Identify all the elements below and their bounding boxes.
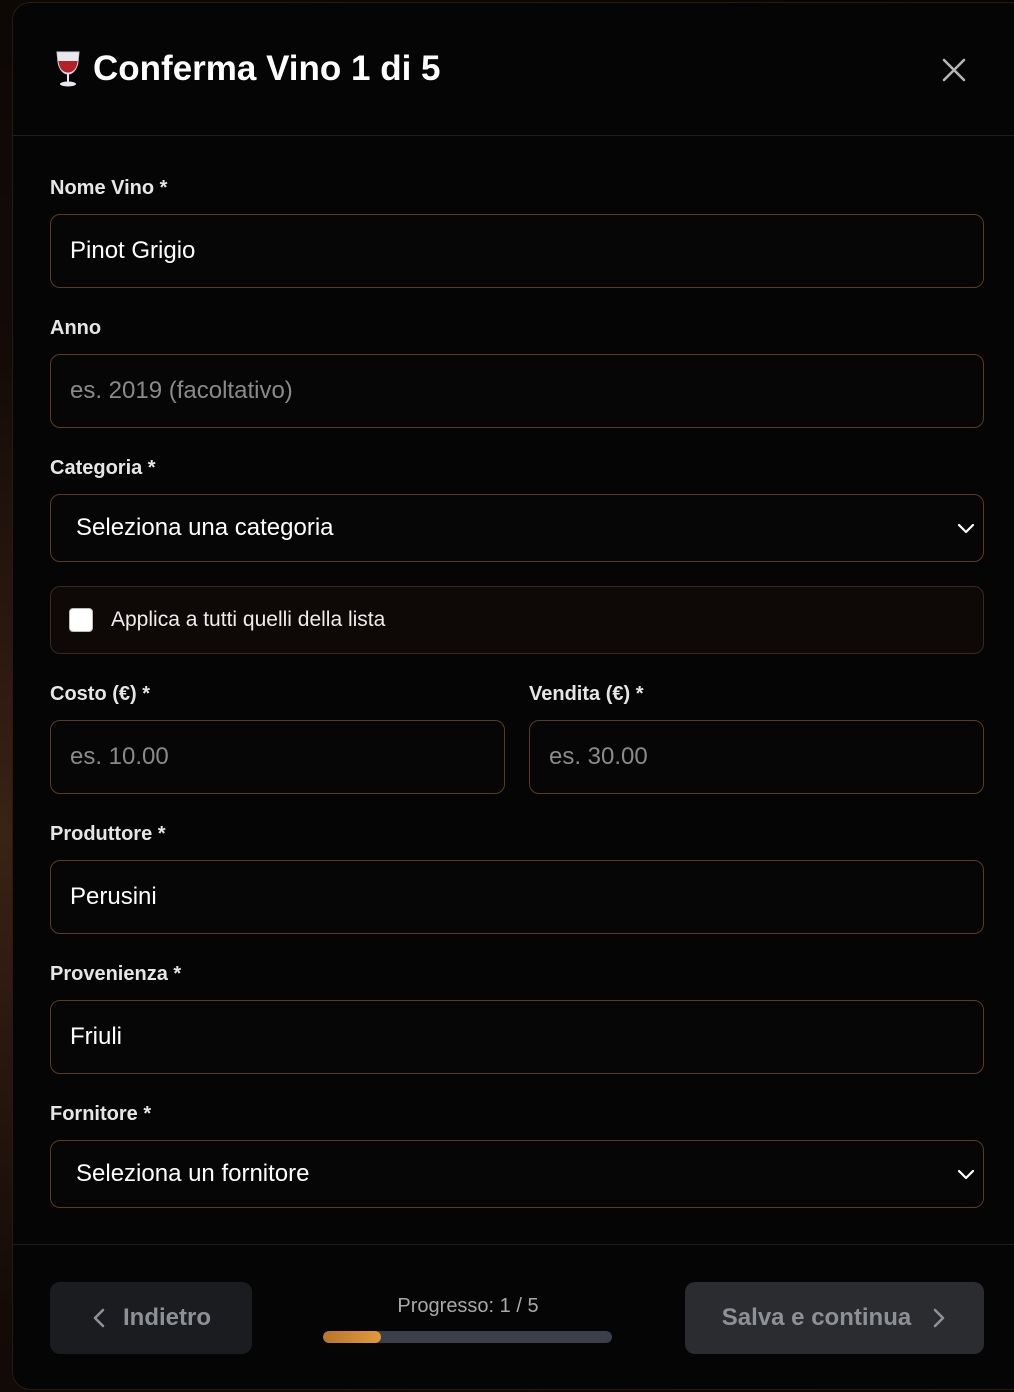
save-and-continue-label: Salva e continua bbox=[721, 1304, 912, 1331]
wine-glass-icon bbox=[53, 50, 83, 88]
nome-vino-label: Nome Vino * bbox=[50, 177, 168, 199]
produttore-input[interactable]: Perusini bbox=[50, 860, 984, 934]
close-button[interactable] bbox=[935, 51, 973, 89]
wine-confirm-dialog: Conferma Vino 1 di 5 Nome Vino * Pinot G… bbox=[12, 2, 1014, 1390]
fornitore-select[interactable]: Seleziona un fornitore bbox=[50, 1140, 984, 1208]
close-icon bbox=[942, 58, 966, 82]
vendita-label: Vendita (€) * bbox=[529, 683, 644, 705]
costo-input[interactable]: es. 10.00 bbox=[50, 720, 505, 794]
apply-to-all-row: Applica a tutti quelli della lista bbox=[50, 586, 984, 654]
chevron-right-icon bbox=[933, 1308, 945, 1328]
dialog-footer: Indietro Progresso: 1 / 5 Salva e contin… bbox=[13, 1244, 1014, 1389]
dialog-title-text: Conferma Vino 1 di 5 bbox=[93, 49, 441, 88]
progress-indicator: Progresso: 1 / 5 bbox=[323, 1295, 613, 1343]
anno-label: Anno bbox=[50, 317, 102, 339]
vendita-input[interactable]: es. 30.00 bbox=[529, 720, 984, 794]
dialog-title: Conferma Vino 1 di 5 bbox=[53, 49, 441, 89]
fornitore-selected-value: Seleziona un fornitore bbox=[76, 1160, 310, 1187]
apply-to-all-checkbox[interactable] bbox=[69, 608, 93, 632]
save-and-continue-button[interactable]: Salva e continua bbox=[685, 1282, 984, 1354]
chevron-down-icon bbox=[957, 1169, 975, 1180]
back-button-label: Indietro bbox=[123, 1304, 211, 1331]
progress-track bbox=[323, 1331, 612, 1343]
chevron-down-icon bbox=[957, 523, 975, 534]
progress-text: Progresso: 1 / 5 bbox=[397, 1295, 539, 1317]
categoria-selected-value: Seleziona una categoria bbox=[76, 514, 334, 541]
provenienza-label: Provenienza * bbox=[50, 963, 182, 985]
produttore-label: Produttore * bbox=[50, 823, 166, 845]
anno-input[interactable]: es. 2019 (facoltativo) bbox=[50, 354, 984, 428]
progress-fill bbox=[323, 1331, 381, 1343]
nome-vino-input[interactable]: Pinot Grigio bbox=[50, 214, 984, 288]
chevron-left-icon bbox=[93, 1308, 105, 1328]
apply-to-all-label: Applica a tutti quelli della lista bbox=[111, 608, 386, 631]
fornitore-label: Fornitore * bbox=[50, 1103, 152, 1125]
provenienza-input[interactable]: Friuli bbox=[50, 1000, 984, 1074]
costo-label: Costo (€) * bbox=[50, 683, 150, 705]
categoria-select[interactable]: Seleziona una categoria bbox=[50, 494, 984, 562]
categoria-label: Categoria * bbox=[50, 457, 156, 479]
back-button[interactable]: Indietro bbox=[50, 1282, 252, 1354]
dialog-header: Conferma Vino 1 di 5 bbox=[13, 3, 1014, 136]
